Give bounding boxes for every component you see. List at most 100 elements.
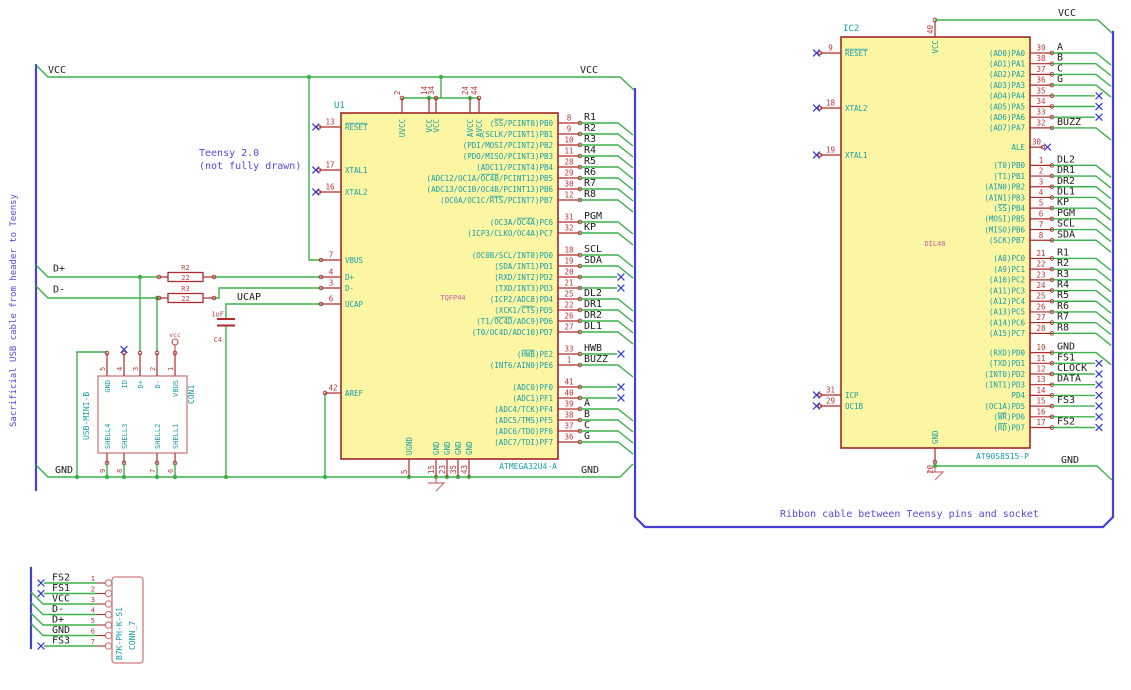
pin-name: (RXD)PD0 — [989, 348, 1026, 357]
pin-number: 10 — [1036, 343, 1046, 352]
pin-name: XTAL2 — [845, 104, 868, 113]
net-label: R3 — [584, 134, 596, 145]
pin-name: AVCC — [475, 119, 484, 137]
pin-name: D- — [345, 284, 354, 293]
net-label: SDA — [1057, 229, 1075, 240]
pin-number: 4 — [91, 607, 95, 615]
schematic-page[interactable]: U1 ATMEGA32U4-A TQFP44 8 (SS/PCINT0)PB0 R1 9 (S… — [0, 0, 1131, 690]
pin-number: 8 — [116, 469, 124, 473]
pin-name: (ADC0)PF0 — [512, 383, 553, 392]
pin-number: 44 — [470, 85, 479, 95]
net-label: R5 — [584, 156, 596, 167]
comment-ribbon: Ribbon cable between Teensy pins and soc… — [780, 509, 1039, 520]
pin-number: 10 — [564, 136, 574, 145]
pin-number: 18 — [826, 99, 836, 108]
pin-number: 35 — [1036, 86, 1045, 95]
net-label: G — [584, 431, 590, 442]
pin-name: (MOSI)PB5 — [984, 215, 1025, 224]
pin-number: 9 — [567, 125, 572, 134]
pin-name: ICP — [845, 391, 859, 400]
net-label: SDA — [584, 255, 602, 266]
pin-number: 13 — [325, 118, 334, 127]
pin-name: (A10)PC2 — [989, 276, 1025, 285]
u1-reference: U1 — [334, 101, 345, 111]
pin-name: (OC0B/SCL/INT0)PD0 — [472, 251, 554, 260]
pin-name: (A12)PC4 — [989, 297, 1026, 306]
pin-name: (SCK)PB7 — [989, 236, 1025, 245]
net-label: R3 — [1057, 269, 1069, 280]
pin-number: 31 — [826, 386, 835, 395]
pin-number: 3 — [132, 367, 140, 371]
pin-number: 28 — [564, 158, 574, 167]
pin-number: 1 — [567, 356, 572, 365]
pin-name: (MISO)PB6 — [984, 225, 1025, 234]
pin-name: (AD7)PA7 — [989, 124, 1025, 133]
net-label: FS1 — [52, 583, 70, 594]
pin-number: 4 — [1039, 188, 1044, 197]
pin-number: 7 — [149, 469, 157, 473]
conn7-pin-pad — [104, 579, 113, 587]
conn7-pin-pad — [104, 589, 113, 598]
pin-number: 24 — [1036, 281, 1046, 290]
junction-dot — [74, 474, 80, 480]
net-label: R1 — [584, 112, 596, 123]
pin-name: (SCLK/PCINT1)PB1 — [481, 130, 553, 139]
pin-number: 37 — [564, 422, 573, 431]
pin-name: (SS/PCINT0)PB0 — [490, 119, 554, 128]
pin-number: 27 — [1036, 313, 1045, 322]
net-label: R7 — [1057, 312, 1069, 323]
pin-name: (T1/OC4D/ADC9)PD6 — [476, 317, 553, 326]
pin-number: 34 — [427, 85, 436, 95]
pin-number: 33 — [1036, 108, 1045, 117]
pin-name: (HWB)PE2 — [517, 350, 553, 359]
wire — [580, 364, 634, 378]
pin-number: 33 — [564, 345, 573, 354]
pin-name: (T0)PB0 — [993, 161, 1025, 170]
pin-number: 2 — [149, 367, 157, 371]
net-label: DL2 — [1057, 154, 1075, 165]
pin-name: VCC — [432, 119, 441, 133]
net-label: FS1 — [1057, 352, 1075, 363]
pin-name: (INT0)PD2 — [984, 370, 1025, 379]
conn7-pin-pad — [104, 631, 113, 640]
pin-number: 38 — [564, 411, 574, 420]
pin-name: (ADC5/TMS)PF5 — [494, 416, 553, 425]
conn7-value: B7K-PH-K-S1 — [115, 607, 124, 660]
pin-number: 16 — [1036, 407, 1046, 416]
pin-name: ID — [121, 380, 129, 388]
net-label: R8 — [1057, 322, 1069, 333]
net-label: R4 — [584, 145, 596, 156]
pin-name: SHELL3 — [121, 424, 129, 449]
pin-number: 9 — [828, 44, 833, 53]
pin-name: (ADC6/TDO)PF6 — [494, 427, 553, 436]
pin-name: VBUS — [345, 256, 364, 265]
net-label: DR1 — [584, 299, 602, 310]
pin-name: (RXD/INT2)PD2 — [494, 273, 553, 282]
pin-name: (SS)PB4 — [993, 204, 1025, 213]
pin-number: 43 — [460, 465, 469, 474]
pin-name: RESET — [345, 123, 368, 132]
pin-number: 26 — [564, 312, 574, 321]
junction-dot — [306, 74, 312, 80]
net-label: C — [1057, 63, 1063, 74]
pin-number: 3 — [91, 596, 95, 604]
schematic-canvas[interactable]: U1 ATMEGA32U4-A TQFP44 8 (SS/PCINT0)PB0 R1 9 (S… — [0, 0, 1131, 690]
pin-number: 42 — [328, 384, 337, 393]
pin-name: (AD0)PA0 — [989, 49, 1026, 58]
pin-number: 2 — [393, 90, 402, 95]
net-label: DATA — [1057, 374, 1081, 385]
pin-name: SHELL1 — [172, 424, 180, 449]
net-label: FS2 — [1057, 417, 1075, 428]
net-label: VCC — [48, 65, 66, 76]
comment-teensy: Teensy 2.0 — [199, 148, 259, 159]
vcc-power-label: vcc — [169, 331, 181, 339]
pin-name: (TXD)PD1 — [989, 359, 1025, 368]
pin-number: 7 — [1039, 220, 1044, 229]
pin-name: (A13)PC5 — [989, 308, 1025, 317]
pin-name: XTAL1 — [345, 166, 368, 175]
ucap-wire — [225, 303, 321, 318]
pin-name: OC1B — [845, 402, 864, 411]
pin-number: 25 — [564, 290, 573, 299]
pin-number: 21 — [1036, 249, 1045, 258]
pin-number: 23 — [1036, 270, 1045, 279]
